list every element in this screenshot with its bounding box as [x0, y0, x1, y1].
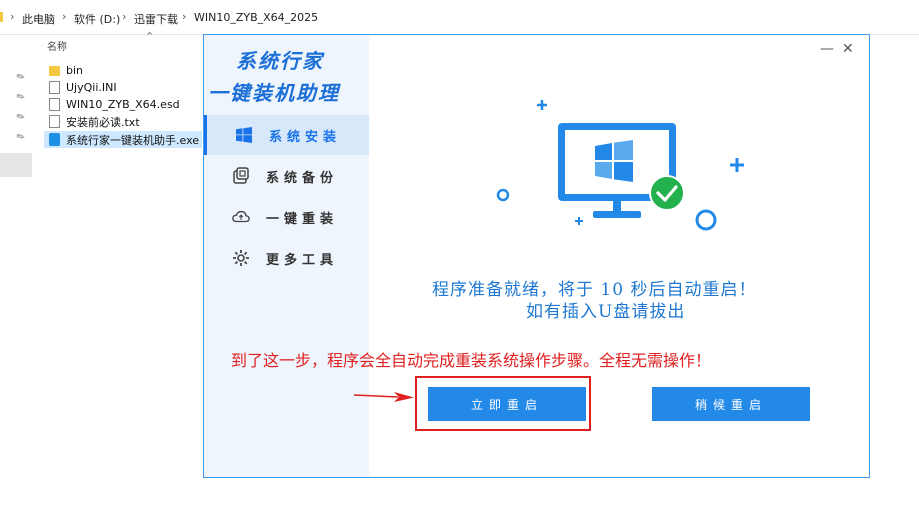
sort-up-icon: ⌃: [145, 30, 155, 43]
file-name: UjyQii.INI: [66, 81, 117, 94]
check-badge: [649, 175, 685, 211]
installer-window: 系统行家 一键装机助理 系统安装 系统备份 一键重装 更多工具 — ✕ 程序准备…: [203, 34, 870, 478]
ini-file-icon: [49, 81, 60, 94]
breadcrumb-downloads[interactable]: 迅雷下载: [134, 11, 178, 27]
chevron-right-icon: ›: [182, 10, 187, 23]
chevron-right-icon: ›: [122, 10, 127, 23]
annotation-highlight-box: [415, 376, 591, 431]
circle-decoration: [496, 188, 510, 202]
column-header-name[interactable]: 名称: [47, 38, 67, 53]
file-row[interactable]: UjyQii.INI: [44, 79, 202, 96]
file-name: bin: [66, 64, 84, 77]
monitor-illustration: [496, 100, 744, 231]
address-bar[interactable]: › 此电脑 › 软件 (D:) › 迅雷下载 › WIN10_ZYB_X64_2…: [0, 0, 919, 35]
file-row[interactable]: WIN10_ZYB_X64.esd: [44, 96, 202, 113]
file-name: 安装前必读.txt: [66, 115, 140, 129]
app-icon: [49, 133, 60, 146]
annotation-arrow-icon: [354, 392, 414, 402]
file-row[interactable]: 系统行家一键装机助手.exe: [44, 131, 202, 148]
circle-decoration: [695, 209, 717, 231]
annotation-text: 到了这一步，程序会全自动完成重装系统操作步骤。全程无需操作！: [231, 351, 712, 370]
navigation-pane: [0, 35, 32, 515]
restart-later-button[interactable]: 稍候重启: [652, 387, 810, 421]
folder-icon: [49, 65, 60, 76]
plus-icon: [537, 100, 547, 110]
folder-icon: [0, 12, 3, 22]
breadcrumb-this-pc[interactable]: 此电脑: [22, 11, 55, 27]
plus-icon: [575, 217, 583, 225]
file-name: 系统行家一键装机助手.exe: [66, 133, 200, 147]
nav-pane-selected-item[interactable]: [0, 153, 32, 177]
chevron-right-icon: ›: [62, 10, 67, 23]
text-file-icon: [49, 115, 60, 128]
file-name: WIN10_ZYB_X64.esd: [66, 98, 180, 111]
chevron-right-icon: ›: [10, 10, 15, 23]
file-row[interactable]: 安装前必读.txt: [44, 113, 202, 130]
breadcrumb-drive-d[interactable]: 软件 (D:): [74, 11, 120, 27]
breadcrumb-current-folder[interactable]: WIN10_ZYB_X64_2025: [194, 11, 318, 24]
file-row[interactable]: bin: [44, 62, 202, 79]
monitor-stand: [593, 211, 641, 218]
file-icon: [49, 98, 60, 111]
usb-warning-message: 如有插入U盘请拔出: [526, 302, 686, 322]
plus-icon: [730, 158, 744, 172]
